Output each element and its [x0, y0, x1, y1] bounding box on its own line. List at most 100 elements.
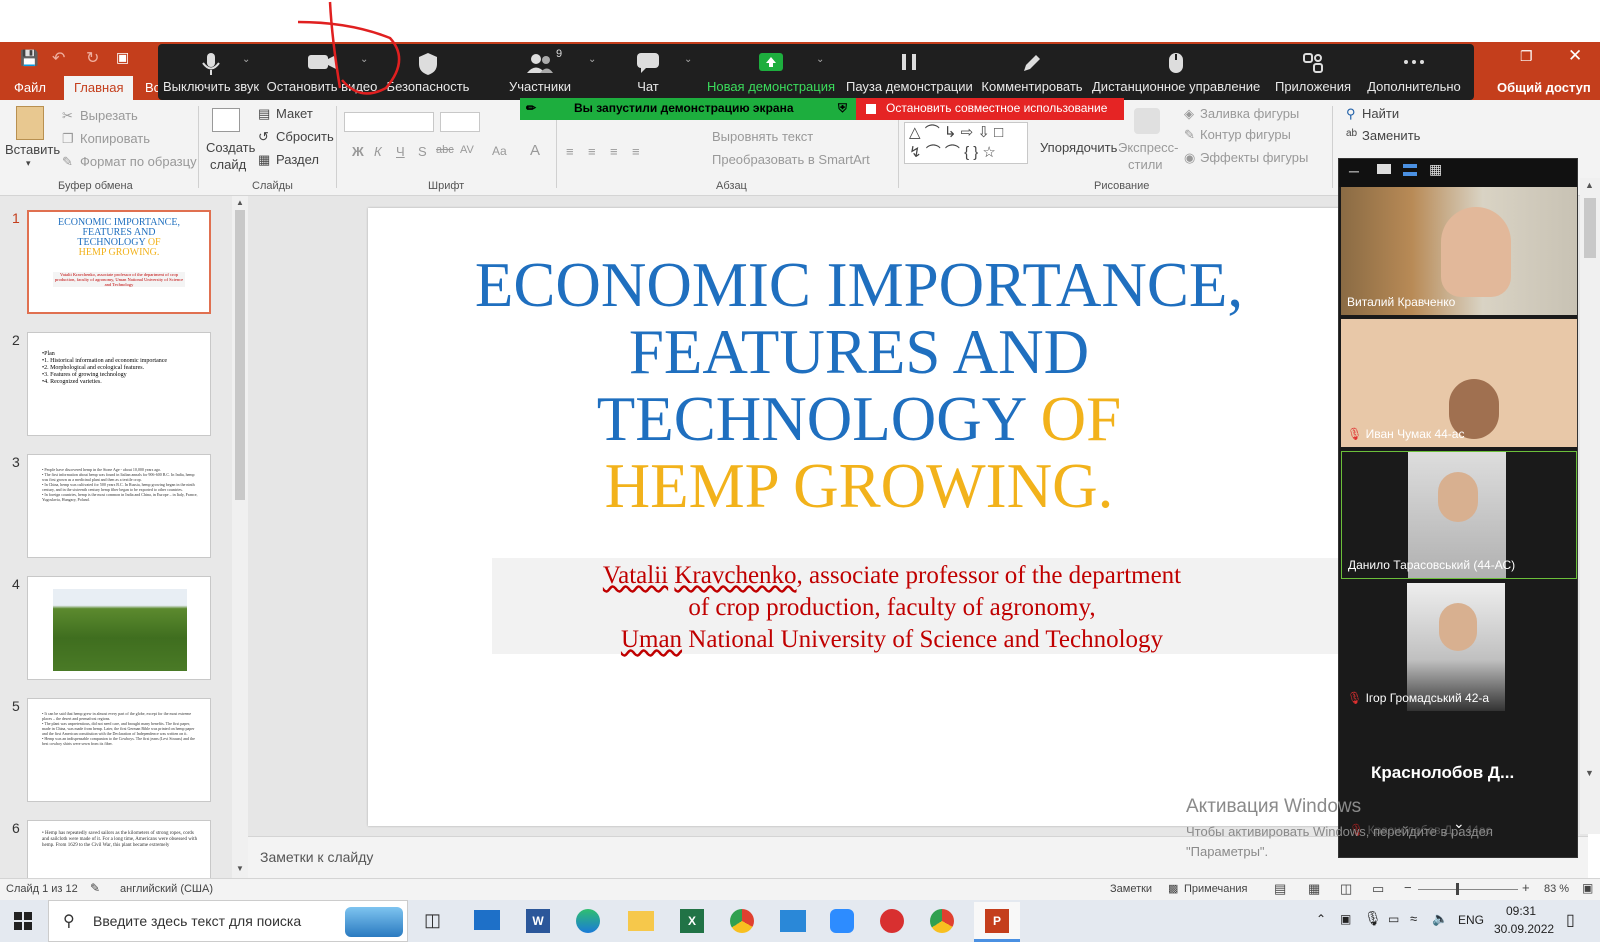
chevron-down-icon[interactable]: ⌄ — [684, 54, 692, 65]
zoom-out-icon[interactable]: − — [1404, 880, 1412, 895]
slide-thumbnail-6[interactable]: • Hemp has repeatedly saved sailors as t… — [27, 820, 211, 878]
mail-icon[interactable] — [474, 910, 500, 930]
scroll-up-icon[interactable]: ▲ — [1585, 180, 1594, 190]
new-slide-button-line2[interactable]: слайд — [210, 157, 246, 172]
shape-outline-button[interactable]: Контур фигуры — [1200, 127, 1291, 142]
cut-button[interactable]: Вырезать — [80, 108, 138, 123]
align-right-icon[interactable]: ≡ — [610, 144, 618, 159]
more-button[interactable]: Дополнительно — [1364, 44, 1464, 100]
slide-thumbnail-1[interactable]: ECONOMIC IMPORTANCE, FEATURES AND TECHNO… — [27, 210, 211, 314]
normal-view-icon[interactable]: ▤ — [1274, 881, 1286, 897]
italic-button[interactable]: К — [374, 144, 382, 159]
wifi-icon[interactable]: ≈ — [1410, 911, 1417, 926]
task-view-icon[interactable]: ◫ — [424, 910, 441, 931]
reading-view-icon[interactable]: ◫ — [1340, 881, 1352, 897]
save-icon[interactable]: 💾 — [20, 49, 39, 67]
battery-icon[interactable]: ▭ — [1388, 912, 1399, 926]
mute-button[interactable]: ⌄ Выключить звук — [158, 44, 264, 100]
stop-sharing-button[interactable]: Остановить совместное использование — [856, 98, 1124, 120]
tab-home[interactable]: Главная — [64, 76, 134, 100]
section-button[interactable]: Раздел — [276, 152, 319, 167]
video-tile-ivan[interactable]: 🎙 Иван Чумак 44-ас — [1341, 319, 1577, 447]
zoom-in-icon[interactable]: + — [1522, 880, 1530, 895]
shape-effects-button[interactable]: Эффекты фигуры — [1200, 150, 1308, 165]
remote-control-button[interactable]: Дистанционное управление — [1092, 44, 1260, 100]
font-size-input[interactable] — [440, 112, 480, 132]
file-explorer-icon[interactable] — [628, 911, 654, 931]
layout-button[interactable]: Макет — [276, 106, 313, 121]
shapes-gallery[interactable]: △ ⌒ ↳ ⇨ ⇩ □ ↯ ⌒ ⌒ { } ☆ — [904, 122, 1028, 164]
align-text-button[interactable]: Выровнять текст — [712, 129, 813, 144]
network-icon[interactable]: ▣ — [1340, 912, 1351, 926]
close-window-icon[interactable]: ✕ — [1568, 46, 1582, 66]
paste-button[interactable]: Вставить — [5, 142, 60, 157]
change-case-button[interactable]: Aa — [492, 144, 507, 158]
format-painter-button[interactable]: Формат по образцу — [80, 154, 197, 169]
edge-icon[interactable] — [576, 909, 600, 933]
powerpoint-taskbar-button[interactable]: P — [974, 902, 1020, 942]
replace-button[interactable]: Заменить — [1362, 128, 1420, 143]
strip-view-icon[interactable] — [1403, 164, 1417, 176]
notifications-icon[interactable]: ▯ — [1566, 910, 1575, 930]
zoom-slider-thumb[interactable] — [1456, 883, 1459, 895]
scroll-down-icon[interactable]: ▼ — [236, 864, 244, 873]
video-tile-vitaliy[interactable]: Виталий Кравченко — [1341, 187, 1577, 315]
underline-button[interactable]: Ч — [396, 144, 405, 159]
comments-toggle[interactable]: Примечания — [1184, 883, 1248, 895]
store-icon[interactable] — [780, 910, 806, 932]
slide-scrollbar[interactable]: ▲ ▼ — [1580, 178, 1600, 834]
gallery-view-icon[interactable]: ▦ — [1429, 161, 1442, 178]
slide-thumbnail-5[interactable]: • It can be said that hemp grew in almos… — [27, 698, 211, 802]
windows-start-icon[interactable] — [14, 912, 32, 930]
fit-slide-icon[interactable]: ▣ — [1582, 881, 1593, 895]
paste-icon[interactable] — [16, 106, 44, 140]
present-icon[interactable]: ▣ — [116, 49, 129, 66]
shape-fill-button[interactable]: Заливка фигуры — [1200, 106, 1299, 121]
chat-button[interactable]: ⌄ Чат — [618, 44, 692, 100]
excel-icon[interactable]: X — [680, 909, 704, 933]
scroll-up-icon[interactable]: ▲ — [236, 198, 244, 207]
share-button[interactable]: Общий доступ — [1497, 80, 1591, 95]
video-tile-danylo[interactable]: Данило Тарасовський (44-АС) — [1341, 451, 1577, 579]
single-view-icon[interactable] — [1377, 164, 1391, 174]
font-color-button[interactable]: A — [530, 142, 540, 159]
word-icon[interactable]: W — [526, 909, 550, 933]
zoom-app-icon[interactable] — [830, 909, 854, 933]
justify-icon[interactable]: ≡ — [632, 144, 640, 159]
minimize-icon[interactable]: ─ — [1349, 163, 1359, 179]
input-language[interactable]: ENG — [1458, 913, 1484, 927]
slide-sorter-icon[interactable]: ▦ — [1308, 881, 1320, 897]
clock-time[interactable]: 09:31 — [1506, 904, 1536, 918]
new-slide-icon[interactable] — [212, 108, 240, 132]
spellcheck-icon[interactable]: ✎ — [90, 881, 100, 895]
slide-thumbnail-3[interactable]: • People have discovered hemp in the Sto… — [27, 454, 211, 558]
paste-dropdown-icon[interactable]: ▾ — [26, 158, 31, 169]
new-share-button[interactable]: ⌄ Новая демонстрация — [706, 44, 836, 100]
notes-toggle[interactable]: Заметки — [1110, 883, 1152, 895]
pause-share-button[interactable]: Пауза демонстрации — [846, 44, 973, 100]
find-button[interactable]: Найти — [1362, 106, 1399, 121]
copy-button[interactable]: Копировать — [80, 131, 150, 146]
strikethrough-button[interactable]: abc — [436, 144, 454, 156]
tray-chevron-icon[interactable]: ⌃ — [1316, 912, 1326, 926]
thumbnails-scrollbar[interactable]: ▲ ▼ — [232, 196, 248, 878]
zoom-level[interactable]: 83 % — [1544, 883, 1569, 895]
scroll-thumb[interactable] — [235, 210, 245, 500]
align-center-icon[interactable]: ≡ — [588, 144, 596, 159]
tab-file[interactable]: Файл — [14, 80, 46, 95]
quick-styles-icon[interactable] — [1134, 108, 1160, 134]
smartart-button[interactable]: Преобразовать в SmartArt — [712, 152, 870, 167]
chrome-icon[interactable] — [730, 909, 754, 933]
arrange-button[interactable]: Упорядочить — [1040, 140, 1117, 155]
scroll-down-icon[interactable]: ▼ — [1585, 768, 1594, 778]
chevron-down-icon[interactable]: ⌄ — [816, 54, 824, 65]
chevron-down-icon[interactable]: ⌄ — [242, 54, 250, 65]
new-slide-button[interactable]: Создать — [206, 140, 255, 155]
volume-icon[interactable]: 🔈 — [1432, 911, 1448, 927]
participants-button[interactable]: 9 ⌄ Участники — [498, 44, 596, 100]
microphone-tray-icon[interactable]: 🎙 — [1364, 910, 1382, 927]
quick-styles-button-line2[interactable]: стили — [1128, 157, 1163, 172]
shadow-button[interactable]: S — [418, 144, 427, 159]
video-tile-igor[interactable]: 🎙 Ігор Громадський 42-а — [1341, 583, 1577, 711]
chevron-down-icon[interactable]: ⌄ — [588, 54, 596, 65]
